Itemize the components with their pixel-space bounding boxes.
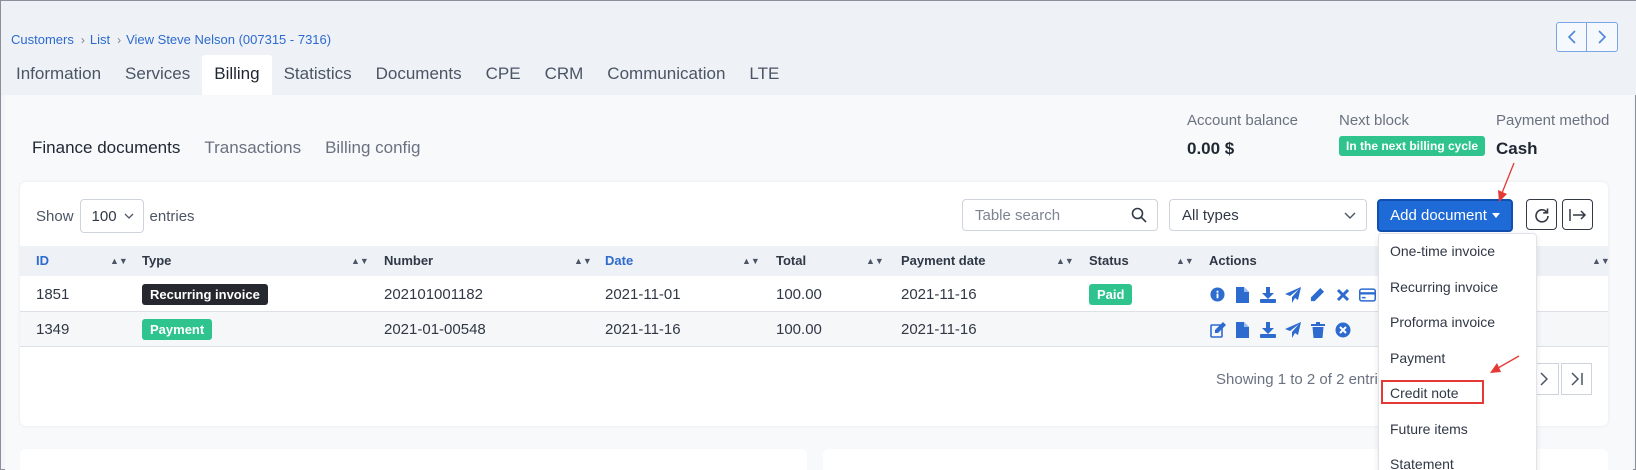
annotation-arrow	[1490, 355, 1520, 373]
annotation-arrow	[1498, 162, 1515, 202]
annotation-arrows	[1490, 162, 1520, 373]
